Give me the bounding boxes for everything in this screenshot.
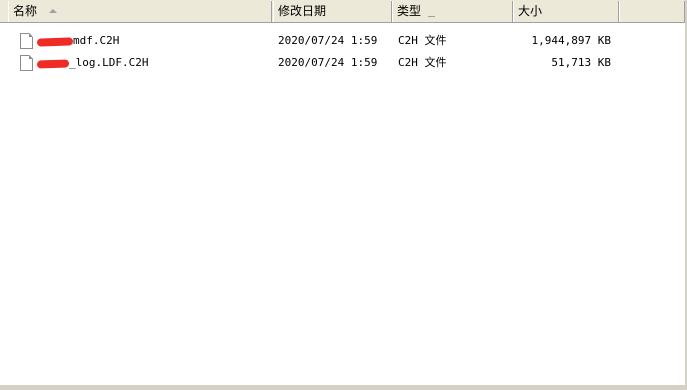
- file-list-view: 名称 修改日期 类型 大小 mdf.C2H 2020/07/24 1:59 C2…: [0, 0, 687, 390]
- file-modified: 2020/07/24 1:59: [278, 56, 378, 69]
- file-modified: 2020/07/24 1:59: [278, 34, 378, 47]
- column-header-bar: 名称 修改日期 类型 大小: [0, 0, 685, 23]
- file-type: C2H 文件: [398, 56, 447, 69]
- column-header-modified-label: 修改日期: [278, 4, 327, 18]
- bottom-border: [0, 385, 687, 390]
- column-header-type[interactable]: 类型: [392, 1, 513, 22]
- file-row[interactable]: _log.LDF.C2H 2020/07/24 1:59 C2H 文件 51,7…: [0, 52, 685, 74]
- file-icon: [20, 33, 33, 49]
- sort-ascending-icon: [48, 8, 57, 13]
- file-name: _log.LDF.C2H: [69, 56, 149, 69]
- column-header-filler: [619, 1, 685, 22]
- column-header-type-label: 类型: [397, 4, 422, 18]
- column-header-modified[interactable]: 修改日期: [273, 1, 392, 22]
- file-size: 1,944,897 KB: [531, 34, 611, 47]
- file-row[interactable]: mdf.C2H 2020/07/24 1:59 C2H 文件 1,944,897…: [0, 30, 685, 52]
- redacted-name-mark: [36, 37, 74, 47]
- column-header-size-label: 大小: [518, 4, 543, 18]
- redacted-name-mark: [36, 59, 70, 69]
- column-header-name-label: 名称: [13, 4, 38, 18]
- file-name: mdf.C2H: [73, 34, 120, 47]
- file-size: 51,713 KB: [551, 56, 611, 69]
- column-header-name[interactable]: 名称: [8, 1, 272, 22]
- file-icon: [20, 55, 33, 71]
- column-header-size[interactable]: 大小: [513, 1, 619, 22]
- file-type: C2H 文件: [398, 34, 447, 47]
- column-header-type-marker: [427, 16, 435, 17]
